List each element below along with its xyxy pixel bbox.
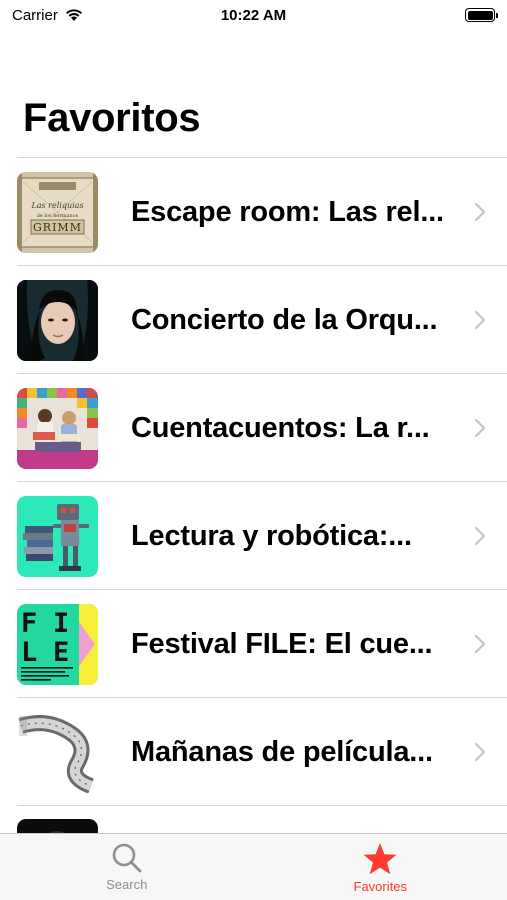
search-icon [112, 843, 142, 873]
event-title: Festival FILE: El cue... [131, 627, 433, 660]
event-title: Lectura y robótica:... [131, 519, 412, 552]
status-left: Carrier [12, 7, 84, 24]
list-item[interactable]: Mañanas de película... [0, 698, 507, 806]
tab-bar: Search Favorites [0, 833, 507, 900]
event-thumbnail [17, 711, 98, 793]
list-item[interactable]: F I L E Festival FILE: El cue... [0, 590, 507, 698]
event-title: Cuentacuentos: La r... [131, 411, 430, 444]
tab-favorites[interactable]: Favorites [254, 834, 507, 900]
favorites-list: Las reliquias de los hermanos GRIMM Esca… [0, 157, 507, 900]
event-thumbnail [17, 495, 98, 577]
event-title: Escape room: Las rel... [131, 195, 444, 228]
event-thumbnail: Las reliquias de los hermanos GRIMM [17, 171, 98, 253]
battery-fill [467, 10, 493, 20]
chevron-right-icon [474, 418, 486, 438]
event-thumbnail [17, 387, 98, 469]
event-thumbnail: F I L E [17, 603, 98, 685]
svg-text:E: E [53, 637, 69, 668]
carrier-label: Carrier [12, 6, 58, 24]
thumbnail-text: GRIMM [33, 221, 82, 234]
chevron-right-icon [474, 634, 486, 654]
tab-label: Favorites [353, 879, 407, 894]
chevron-right-icon [474, 202, 486, 222]
screen: Carrier 10:22 AM Favoritos Las reliquias… [0, 0, 507, 900]
event-title: Concierto de la Orqu... [131, 303, 438, 336]
event-thumbnail [17, 279, 98, 361]
star-icon [363, 843, 397, 875]
page-title: Favoritos [23, 96, 201, 140]
wifi-icon [65, 9, 82, 21]
event-title: Mañanas de película... [131, 735, 433, 768]
svg-text:de los hermanos: de los hermanos [37, 213, 79, 219]
tab-label: Search [106, 877, 148, 892]
status-bar: Carrier 10:22 AM [0, 0, 507, 30]
svg-text:I: I [53, 608, 69, 639]
list-item[interactable]: Lectura y robótica:... [0, 482, 507, 590]
list-item[interactable]: Las reliquias de los hermanos GRIMM Esca… [0, 158, 507, 266]
svg-text:Las reliquias: Las reliquias [30, 201, 83, 210]
chevron-right-icon [474, 526, 486, 546]
list-item[interactable]: Concierto de la Orqu... [0, 266, 507, 374]
chevron-right-icon [474, 310, 486, 330]
tab-search[interactable]: Search [0, 834, 254, 900]
chevron-right-icon [474, 742, 486, 762]
list-item[interactable]: Cuentacuentos: La r... [0, 374, 507, 482]
battery-icon [465, 8, 498, 22]
svg-text:L: L [21, 637, 37, 668]
thumbnail-text: F [21, 608, 37, 639]
